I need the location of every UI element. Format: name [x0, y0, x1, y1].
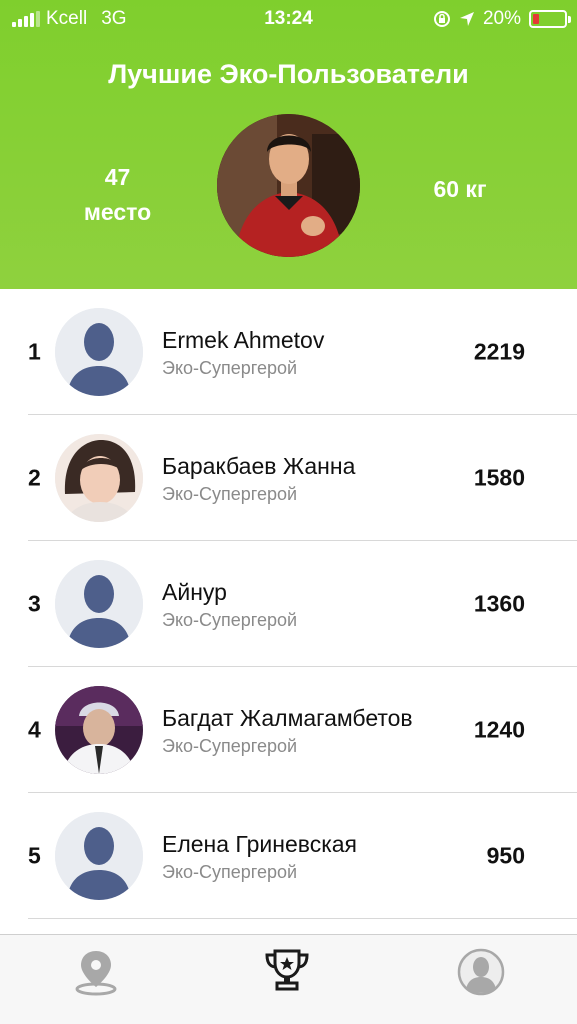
map-pin-icon	[75, 951, 117, 996]
rank-label: место	[83, 199, 152, 225]
current-user-avatar[interactable]	[217, 114, 360, 257]
user-weight: 60 кг	[433, 176, 487, 202]
status-bar: Kcell 3G 13:24 20%	[0, 0, 577, 38]
row-rank: 3	[28, 590, 41, 617]
user-name: Ermek Ahmetov	[162, 326, 325, 353]
leaderboard-row[interactable]: 4 Багдат Жалмагамбетов Эко-Супергерой 12…	[0, 667, 577, 793]
leaderboard-row[interactable]: 5 Елена Гриневская Эко-Супергерой 950	[0, 793, 577, 919]
profile-icon	[457, 948, 505, 996]
tab-bar	[0, 934, 577, 1024]
leaderboard-row[interactable]: 1 Ermek Ahmetov Эко-Супергерой 2219	[0, 289, 577, 415]
leaderboard-row[interactable]: 3 Айнур Эко-Супергерой 1360	[0, 541, 577, 667]
user-status: Эко-Супергерой	[162, 735, 298, 756]
default-avatar	[55, 308, 143, 396]
user-score: 1360	[473, 590, 525, 617]
user-score: 1580	[473, 464, 525, 491]
row-rank: 5	[28, 842, 41, 869]
user-status: Эко-Супергерой	[162, 483, 298, 504]
user-status: Эко-Супергерой	[162, 357, 298, 378]
page-title: Лучшие Эко-Пользователи	[108, 59, 469, 89]
tab-map[interactable]	[71, 947, 121, 997]
user-score: 1240	[473, 716, 525, 743]
battery-icon	[529, 10, 571, 28]
leaderboard-list: 1 Ermek Ahmetov Эко-Супергерой 2219 2 Ба…	[0, 289, 577, 919]
user-rank: 47 место	[70, 160, 165, 230]
user-photo	[55, 434, 143, 522]
tab-profile[interactable]	[456, 947, 506, 997]
user-status: Эко-Супергерой	[162, 609, 298, 630]
user-photo	[55, 686, 143, 774]
divider	[28, 918, 577, 919]
user-name: Баракбаев Жанна	[162, 452, 356, 479]
row-rank: 1	[28, 338, 41, 365]
default-avatar	[55, 560, 143, 648]
rank-number: 47	[104, 164, 131, 190]
rotation-lock-icon	[433, 11, 450, 27]
user-name: Елена Гриневская	[162, 830, 358, 857]
user-status: Эко-Супергерой	[162, 861, 298, 882]
trophy-icon	[265, 949, 309, 991]
user-score: 2219	[473, 338, 525, 365]
header: Kcell 3G 13:24 20% Лучшие Эко-Пользовате…	[0, 0, 577, 289]
user-score: 950	[486, 842, 525, 869]
leaderboard-row[interactable]: 2 Баракбаев Жанна Эко-Супергерой 1580	[0, 415, 577, 541]
tab-leaderboard[interactable]	[262, 947, 312, 997]
user-name: Айнур	[162, 578, 227, 605]
battery-percent: 20%	[482, 8, 521, 29]
location-arrow-icon	[459, 12, 474, 26]
user-name: Багдат Жалмагамбетов	[162, 704, 413, 731]
row-rank: 2	[28, 464, 41, 491]
row-rank: 4	[28, 716, 41, 743]
default-avatar	[55, 812, 143, 900]
